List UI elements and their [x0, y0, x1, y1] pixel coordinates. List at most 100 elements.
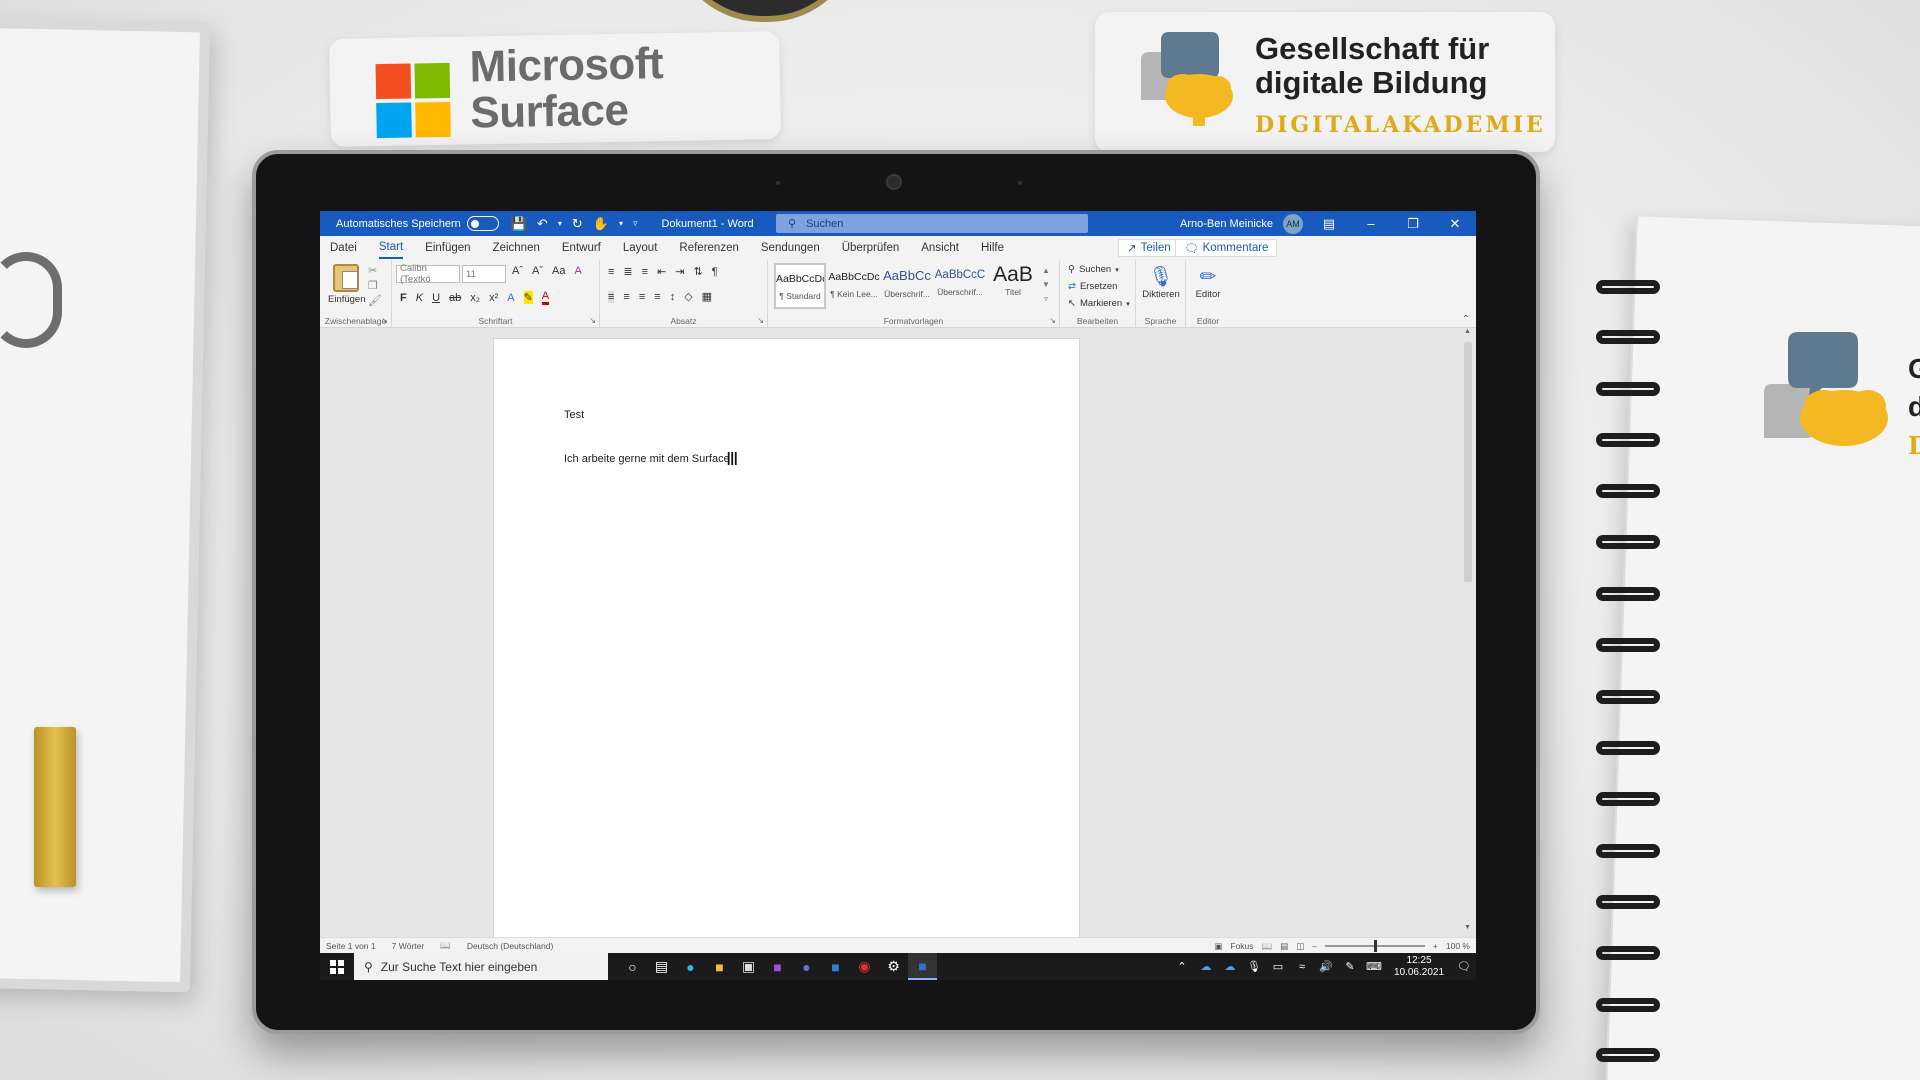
- vertical-scrollbar[interactable]: ▲ ▼: [1464, 328, 1472, 932]
- borders-icon[interactable]: ▦: [702, 290, 712, 303]
- align-left-icon[interactable]: ≡: [608, 290, 615, 303]
- battery-icon[interactable]: ▭: [1266, 960, 1290, 973]
- zoom-in-icon[interactable]: +: [1433, 941, 1438, 951]
- autosave-control[interactable]: Automatisches Speichern: [336, 216, 499, 231]
- style-title[interactable]: AaB Titel: [987, 263, 1039, 309]
- text-effects-icon[interactable]: A: [507, 292, 514, 304]
- change-case-icon[interactable]: Aa: [552, 265, 565, 277]
- paste-button[interactable]: Einfügen: [328, 264, 366, 305]
- numbering-icon[interactable]: ≣: [623, 265, 632, 278]
- italic-icon[interactable]: K: [416, 292, 423, 304]
- style-heading-1[interactable]: AaBbCc Überschrif...: [881, 263, 933, 309]
- bold-icon[interactable]: F: [400, 292, 407, 304]
- justify-icon[interactable]: ≡: [654, 291, 660, 303]
- tab-einfuegen[interactable]: Einfügen: [425, 238, 470, 258]
- subscript-icon[interactable]: x₂: [470, 292, 480, 304]
- onenote-icon[interactable]: ■: [763, 953, 792, 980]
- styles-scroll[interactable]: ▲ ▼ ▿: [1042, 264, 1050, 306]
- decrease-indent-icon[interactable]: ⇤: [657, 265, 666, 278]
- chevron-down-icon[interactable]: ▾: [558, 219, 562, 228]
- chevron-up-icon[interactable]: ⌃: [1170, 960, 1194, 973]
- bullets-icon[interactable]: ≡: [608, 266, 614, 278]
- settings-gear-icon[interactable]: ⚙: [879, 953, 908, 980]
- start-button[interactable]: [320, 959, 354, 974]
- user-account[interactable]: Arno-Ben Meinicke AM: [1180, 211, 1303, 236]
- underline-icon[interactable]: U: [432, 292, 440, 304]
- outlook-icon[interactable]: ■: [821, 953, 850, 980]
- wifi-icon[interactable]: ≈: [1290, 961, 1314, 973]
- web-layout-icon[interactable]: ◫: [1296, 941, 1304, 952]
- zoom-level[interactable]: 100 %: [1446, 941, 1470, 951]
- dialog-launcher-icon[interactable]: ↘: [381, 316, 388, 325]
- editor-button[interactable]: ✏ Editor: [1188, 264, 1228, 300]
- notification-icon[interactable]: 🗨: [1452, 960, 1476, 973]
- autosave-toggle[interactable]: [466, 216, 499, 231]
- focus-icon[interactable]: ▣: [1214, 941, 1222, 952]
- font-name-select[interactable]: Calibri (Textkö: [396, 263, 460, 285]
- pen-icon[interactable]: ✎: [1338, 960, 1362, 973]
- edge-icon[interactable]: ●: [676, 953, 705, 980]
- title-search-box[interactable]: ⚲ Suchen: [776, 214, 1088, 233]
- page-count[interactable]: Seite 1 von 1: [326, 941, 376, 951]
- scrollbar-thumb[interactable]: [1464, 342, 1472, 582]
- proofing-icon[interactable]: 📖: [440, 940, 451, 951]
- scroll-down-icon[interactable]: ▼: [1464, 924, 1471, 931]
- shrink-font-icon[interactable]: Aˇ: [532, 265, 543, 277]
- word-icon[interactable]: ■: [908, 953, 937, 980]
- ribbon-display-icon[interactable]: ▤: [1308, 216, 1350, 232]
- font-color-icon[interactable]: A: [541, 290, 550, 305]
- align-center-icon[interactable]: ≡: [623, 291, 629, 303]
- teams-icon[interactable]: ●: [792, 953, 821, 980]
- style-standard[interactable]: AaBbCcDc ¶ Standard: [774, 263, 826, 309]
- shading-icon[interactable]: ◇: [684, 290, 692, 303]
- select-button[interactable]: ↖ Markieren ▾: [1068, 298, 1130, 309]
- word-count[interactable]: 7 Wörter: [392, 941, 425, 951]
- dialog-launcher-icon[interactable]: ↘: [1049, 316, 1056, 325]
- find-button[interactable]: ⚲ Suchen ▾: [1068, 264, 1119, 275]
- tab-referenzen[interactable]: Referenzen: [679, 238, 738, 258]
- taskbar-search-box[interactable]: ⚲ Zur Suche Text hier eingeben: [354, 953, 608, 980]
- zoom-slider-knob[interactable]: [1373, 940, 1377, 952]
- tab-layout[interactable]: Layout: [623, 238, 658, 258]
- align-right-icon[interactable]: ≡: [639, 291, 645, 303]
- language-indicator[interactable]: Deutsch (Deutschland): [467, 941, 553, 951]
- increase-indent-icon[interactable]: ⇥: [675, 265, 684, 278]
- highlight-icon[interactable]: ✎: [523, 291, 533, 304]
- tab-start[interactable]: Start: [378, 237, 404, 259]
- style-no-spacing[interactable]: AaBbCcDc ¶ Kein Lee...: [828, 263, 880, 309]
- undo-icon[interactable]: ↶: [537, 216, 548, 232]
- task-view-icon[interactable]: ▤: [647, 953, 676, 980]
- record-icon[interactable]: ◉: [850, 953, 879, 980]
- restore-icon[interactable]: ❐: [1392, 216, 1434, 232]
- focus-label[interactable]: Fokus: [1230, 941, 1253, 951]
- onedrive-business-icon[interactable]: ☁: [1218, 960, 1242, 973]
- tab-entwurf[interactable]: Entwurf: [562, 238, 601, 258]
- dialog-launcher-icon[interactable]: ↘: [757, 316, 764, 325]
- minimize-icon[interactable]: –: [1350, 216, 1392, 231]
- touch-mode-icon[interactable]: ✋: [593, 216, 609, 232]
- cut-icon[interactable]: ✂: [368, 264, 382, 277]
- tab-ansicht[interactable]: Ansicht: [921, 238, 959, 258]
- dictate-button[interactable]: 🎙 Diktieren: [1140, 264, 1182, 300]
- onedrive-icon[interactable]: ☁: [1194, 960, 1218, 973]
- scroll-up-icon[interactable]: ▲: [1464, 328, 1471, 335]
- file-explorer-icon[interactable]: ■: [705, 953, 734, 980]
- redo-icon[interactable]: ↻: [572, 216, 583, 232]
- dialog-launcher-icon[interactable]: ↘: [589, 316, 596, 325]
- microphone-icon[interactable]: 🎙: [1242, 960, 1266, 973]
- clear-formatting-icon[interactable]: A: [574, 265, 581, 277]
- share-button[interactable]: ↗ Teilen: [1118, 239, 1180, 257]
- tab-hilfe[interactable]: Hilfe: [981, 238, 1004, 258]
- read-mode-icon[interactable]: 📖: [1262, 941, 1273, 952]
- close-icon[interactable]: ✕: [1434, 216, 1476, 232]
- zoom-slider[interactable]: [1324, 940, 1425, 952]
- replace-button[interactable]: ⇄ Ersetzen: [1068, 281, 1117, 292]
- line-spacing-icon[interactable]: ↕: [670, 291, 676, 303]
- tab-datei[interactable]: Datei: [330, 238, 357, 258]
- font-size-select[interactable]: 11: [462, 265, 506, 283]
- tab-sendungen[interactable]: Sendungen: [761, 238, 820, 258]
- keyboard-icon[interactable]: ⌨: [1362, 960, 1386, 973]
- store-icon[interactable]: ▣: [734, 953, 763, 980]
- comments-button[interactable]: 🗨 Kommentare: [1175, 239, 1278, 257]
- pilcrow-icon[interactable]: ¶: [712, 266, 718, 278]
